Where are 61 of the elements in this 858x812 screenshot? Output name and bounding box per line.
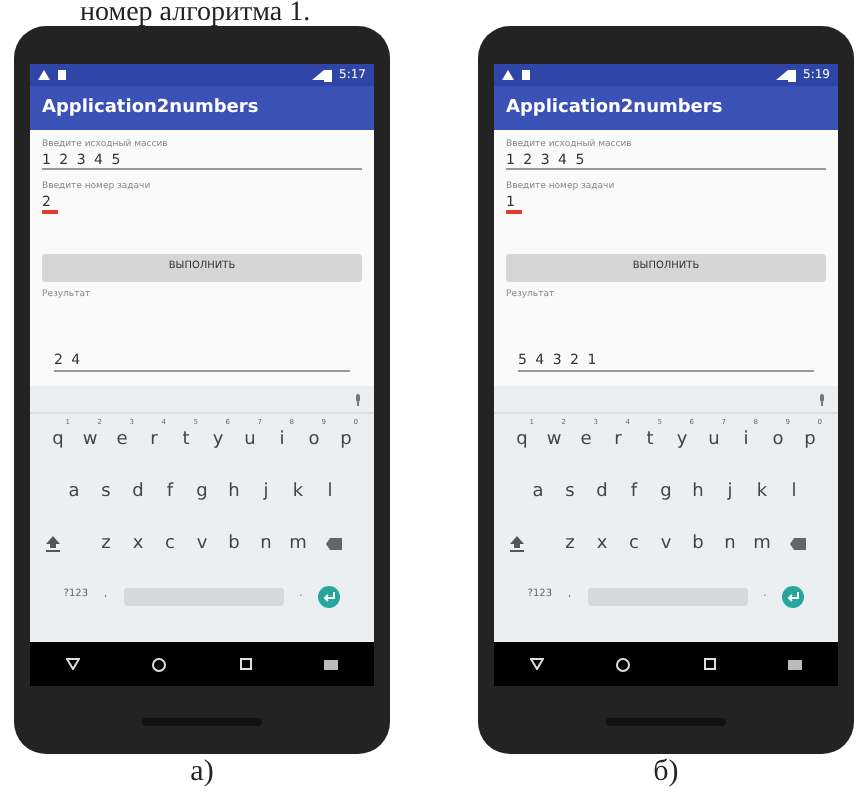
keyboard-key[interactable]: f xyxy=(618,482,650,502)
battery-icon xyxy=(787,69,796,81)
keyboard-key[interactable]: z xyxy=(90,534,122,554)
keyboard-key[interactable]: b xyxy=(218,534,250,554)
keyboard-key[interactable]: g xyxy=(650,482,682,502)
keyboard-key[interactable]: l xyxy=(314,482,346,502)
enter-icon xyxy=(318,585,341,607)
keyboard-key[interactable]: j xyxy=(250,482,282,502)
figure-caption: б) xyxy=(651,756,681,788)
sd-card-icon xyxy=(522,70,530,80)
keyboard-key[interactable]: v xyxy=(650,534,682,554)
recents-icon xyxy=(703,658,716,670)
keyboard-key[interactable]: m xyxy=(282,534,314,554)
keyboard-key[interactable]: s xyxy=(90,482,122,502)
figure-caption: а) xyxy=(188,756,216,788)
shift-icon xyxy=(510,536,524,552)
keyboard-key[interactable]: g xyxy=(186,482,218,502)
keyboard-key[interactable]: n xyxy=(250,534,282,554)
keyboard-key[interactable]: k xyxy=(746,482,778,502)
keyboard-key[interactable]: x xyxy=(122,534,154,554)
keyboard-key[interactable]: h xyxy=(218,482,250,502)
keyboard-key[interactable]: d xyxy=(586,482,618,502)
keyboard-key[interactable]: l xyxy=(778,482,810,502)
microphone-icon xyxy=(354,393,362,405)
keyboard-key[interactable]: z xyxy=(554,534,586,554)
shift-icon xyxy=(46,536,60,552)
keyboard-key[interactable]: c xyxy=(154,534,186,554)
home-icon xyxy=(616,657,631,671)
battery-icon xyxy=(323,69,332,81)
keyboard-key[interactable]: b xyxy=(682,534,714,554)
keyboard-key[interactable]: d xyxy=(122,482,154,502)
microphone-icon xyxy=(818,393,826,405)
keyboard-key[interactable]: n xyxy=(714,534,746,554)
back-icon xyxy=(66,658,81,670)
keyboard-key[interactable]: m xyxy=(746,534,778,554)
keyboard-key[interactable]: j xyxy=(714,482,746,502)
signal-icon xyxy=(775,70,788,80)
keyboard-key[interactable]: v xyxy=(186,534,218,554)
backspace-icon xyxy=(326,538,342,550)
signal-icon xyxy=(311,70,324,80)
backspace-icon xyxy=(790,538,806,550)
keyboard-key[interactable]: x xyxy=(586,534,618,554)
keyboard-icon xyxy=(323,659,338,669)
keyboard-key[interactable]: h xyxy=(682,482,714,502)
enter-icon xyxy=(782,585,805,607)
app-title: Application2numbers xyxy=(30,86,374,130)
keyboard-key[interactable]: c xyxy=(618,534,650,554)
app-title: Application2numbers xyxy=(494,86,838,130)
warning-icon xyxy=(38,70,50,80)
keyboard-key[interactable]: f xyxy=(154,482,186,502)
back-icon xyxy=(530,658,545,670)
keyboard-key[interactable]: a xyxy=(522,482,554,502)
keyboard-key[interactable]: s xyxy=(554,482,586,502)
heading-text: номер алгоритма 1. xyxy=(80,0,313,26)
keyboard-icon xyxy=(787,659,802,669)
sd-card-icon xyxy=(58,70,66,80)
keyboard-key[interactable]: k xyxy=(282,482,314,502)
home-icon xyxy=(152,657,167,671)
warning-icon xyxy=(502,70,514,80)
recents-icon xyxy=(239,658,252,670)
keyboard-key[interactable]: a xyxy=(58,482,90,502)
